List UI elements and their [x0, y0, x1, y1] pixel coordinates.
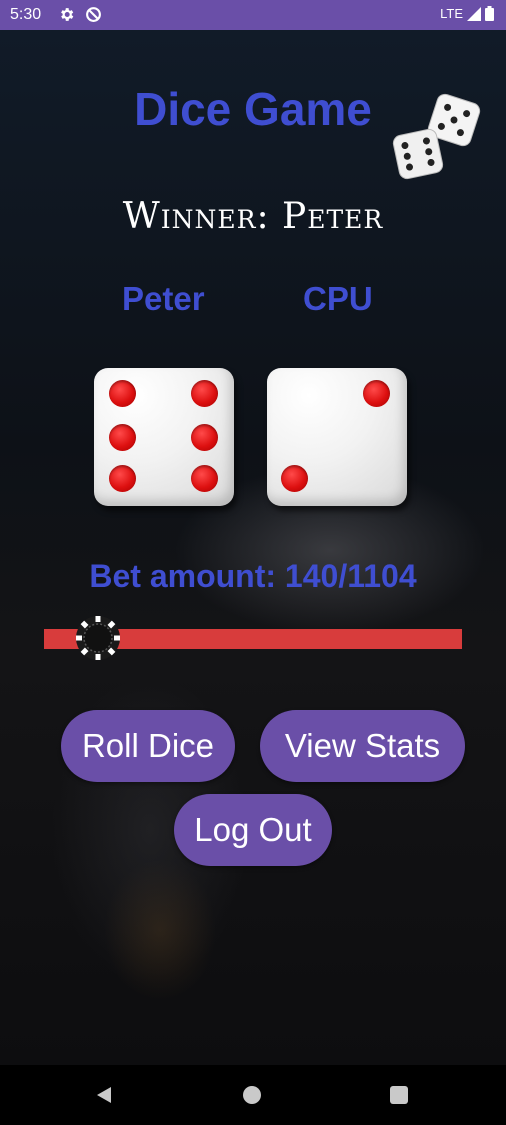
die-pip [281, 465, 308, 492]
status-bar: 5:30 LTE [0, 0, 506, 30]
roll-dice-button[interactable]: Roll Dice [61, 710, 235, 782]
gear-icon [61, 8, 74, 21]
player-name-cpu: CPU [303, 280, 373, 317]
die-pip [109, 380, 136, 407]
die-pip [191, 424, 218, 451]
die-pip [363, 380, 390, 407]
bet-amount-label: Bet amount: 140/1104 [89, 558, 417, 594]
back-icon[interactable] [95, 1086, 113, 1104]
signal-icon [467, 6, 481, 21]
network-label: LTE [440, 6, 463, 21]
no-entry-icon [86, 7, 101, 22]
log-out-button[interactable]: Log Out [174, 794, 332, 866]
die-pip [109, 465, 136, 492]
die-pip [109, 424, 136, 451]
status-icons [58, 6, 102, 23]
poker-chip-icon[interactable] [74, 614, 122, 662]
home-icon[interactable] [243, 1086, 261, 1104]
die-pip [191, 465, 218, 492]
battery-icon [485, 6, 494, 21]
die-pip [191, 380, 218, 407]
status-right: LTE [440, 6, 494, 21]
status-time: 5:30 [10, 6, 42, 23]
cpu-die [267, 368, 407, 506]
bet-slider[interactable] [44, 616, 462, 660]
recents-icon[interactable] [390, 1086, 408, 1104]
winner-text: Winner: Peter [122, 196, 384, 237]
player-name-peter: Peter [122, 280, 205, 317]
player-die [94, 368, 234, 506]
app-screen: Dice Game Winner: Peter Peter CPU Bet am… [0, 30, 506, 1065]
view-stats-button[interactable]: View Stats [260, 710, 465, 782]
navigation-bar [0, 1065, 506, 1125]
dice-logo-icon [392, 93, 481, 180]
